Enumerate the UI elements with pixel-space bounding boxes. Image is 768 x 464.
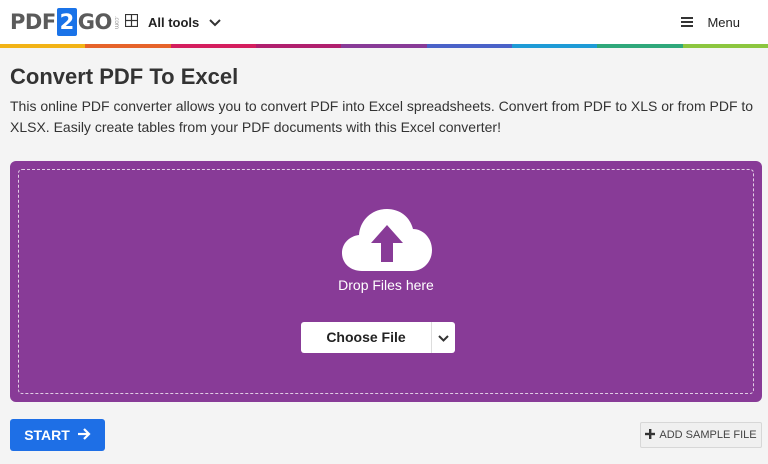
rainbow-segment — [255, 44, 342, 48]
grid-icon — [124, 13, 139, 30]
cloud-upload-icon — [342, 207, 432, 273]
pdf2go-logo[interactable]: PDF 2 GO .com — [10, 8, 120, 36]
choose-file-dropdown-button[interactable] — [431, 322, 455, 353]
chevron-down-icon — [438, 329, 449, 347]
logo-text-go: GO .com — [77, 10, 120, 34]
all-tools-button[interactable]: All tools — [124, 12, 221, 32]
arrow-right-icon — [77, 427, 91, 443]
choose-file-button[interactable]: Choose File — [301, 322, 431, 353]
choose-file-group: Choose File — [301, 322, 455, 353]
all-tools-label: All tools — [148, 14, 200, 30]
plus-icon — [645, 428, 656, 442]
menu-label: Menu — [707, 14, 740, 30]
add-sample-file-button[interactable]: ADD SAMPLE FILE — [640, 422, 762, 448]
hamburger-icon — [681, 15, 694, 30]
chevron-down-icon — [209, 15, 221, 30]
rainbow-segment — [85, 44, 171, 48]
rainbow-segment — [682, 44, 768, 48]
rainbow-bar — [0, 44, 768, 48]
start-button[interactable]: START — [10, 419, 105, 451]
drop-files-text: Drop Files here — [338, 277, 434, 293]
site-header: PDF 2 GO .com All tools Menu — [0, 0, 768, 44]
page-title: Convert PDF To Excel — [10, 64, 239, 89]
menu-button[interactable]: Menu — [681, 12, 740, 32]
logo-text-pdf: PDF — [10, 10, 56, 34]
rainbow-segment — [0, 44, 86, 48]
file-dropzone[interactable]: Drop Files here Choose File — [10, 161, 762, 402]
rainbow-segment — [341, 44, 427, 48]
add-sample-file-label: ADD SAMPLE FILE — [659, 429, 757, 441]
rainbow-segment — [426, 44, 512, 48]
rainbow-segment — [511, 44, 598, 48]
logo-dotcom: .com — [112, 16, 120, 29]
page-description: This online PDF converter allows you to … — [10, 98, 754, 135]
rainbow-segment — [170, 44, 256, 48]
start-label: START — [24, 427, 70, 443]
rainbow-segment — [597, 44, 683, 48]
logo-text-2: 2 — [56, 8, 77, 36]
